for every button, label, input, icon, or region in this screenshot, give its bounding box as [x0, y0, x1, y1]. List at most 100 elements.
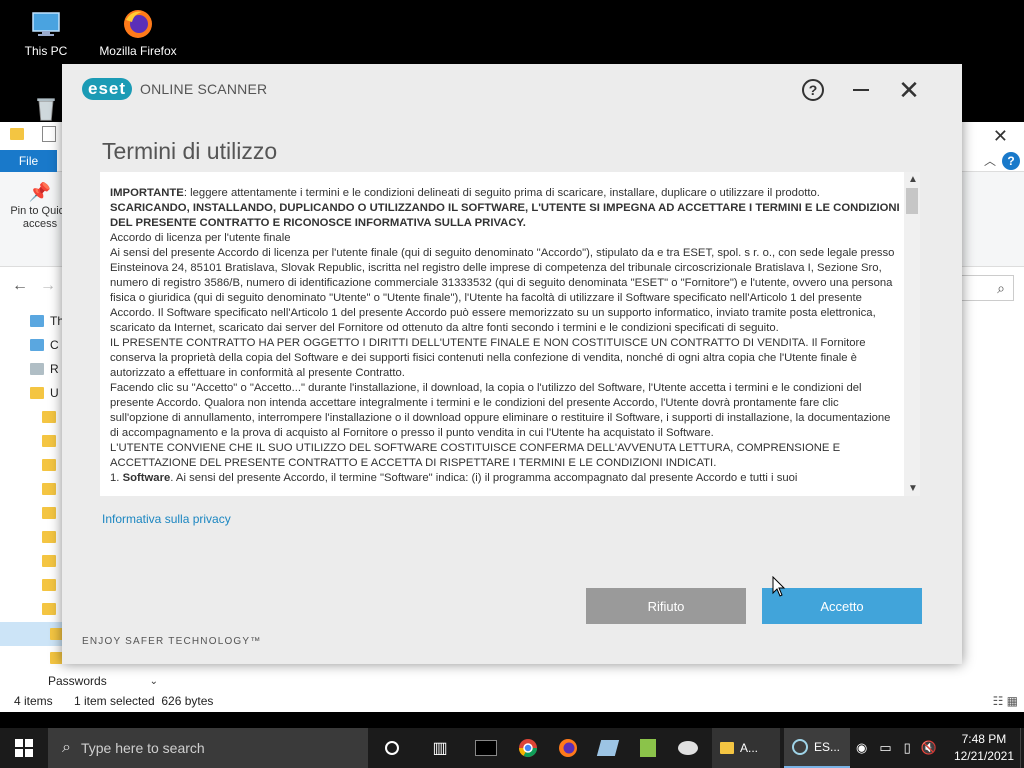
tree-item-label: R [50, 362, 59, 376]
folder-icon [42, 603, 56, 615]
tree-item-label: C [50, 338, 59, 352]
status-item-count: 4 items [14, 694, 53, 708]
close-icon[interactable]: ✕ [993, 126, 1008, 147]
folder-icon [30, 387, 44, 399]
tree-selected-row[interactable] [0, 622, 64, 646]
scroll-thumb[interactable] [906, 188, 918, 214]
pin-label: Pin to Quick access [10, 205, 70, 230]
privacy-policy-link[interactable]: Informativa sulla privacy [102, 512, 231, 526]
minimize-button[interactable] [846, 76, 876, 104]
taskbar-app-label: A... [740, 741, 759, 755]
status-selection: 1 item selected 626 bytes [74, 694, 214, 708]
passwords-label: Passwords [48, 674, 107, 688]
desktop-icon-label: Mozilla Firefox [99, 44, 177, 58]
close-button[interactable]: ✕ [894, 76, 924, 104]
this-pc-icon [32, 12, 60, 36]
minimize-icon [853, 89, 869, 91]
file-tab[interactable]: File [0, 150, 57, 172]
paint-icon [678, 741, 698, 755]
explorer-status-bar: 4 items 1 item selected 626 bytes ☷ ▦ [0, 690, 1024, 712]
help-icon: ? [802, 79, 824, 101]
taskbar-app-eset[interactable]: ES... [784, 728, 850, 768]
reject-button[interactable]: Rifiuto [586, 588, 746, 624]
control-panel-icon [30, 339, 44, 351]
notepad-icon [640, 739, 656, 757]
battery-icon[interactable]: ▯ [904, 740, 911, 756]
chrome-taskbar-button[interactable] [508, 728, 548, 768]
eset-tray-icon[interactable]: ◉ [856, 740, 867, 756]
desktop-icon-firefox[interactable]: Mozilla Firefox [98, 8, 178, 58]
taskbar-app-explorer[interactable]: A... [712, 728, 780, 768]
folder-icon [10, 128, 24, 140]
license-paragraph: Facendo clic su "Accetto" o "Accetto..."… [110, 382, 891, 439]
search-placeholder: Type here to search [80, 740, 205, 756]
license-bold: SCARICANDO, INSTALLANDO, DUPLICANDO O UT… [110, 202, 900, 229]
desktop-icon-label: This PC [24, 44, 68, 58]
taskbar-app-label: ES... [814, 740, 841, 754]
license-bold: Software [122, 472, 171, 484]
license-paragraph: 1. Software. Ai sensi del presente Accor… [110, 471, 900, 486]
help-icon[interactable]: ? [1002, 152, 1020, 170]
license-scrollbar[interactable]: ▲ ▼ [904, 172, 920, 496]
pc-icon [30, 315, 44, 327]
scroll-up-arrow-icon[interactable]: ▲ [908, 174, 918, 185]
forward-arrow-icon[interactable]: → [40, 277, 56, 295]
folder-icon [42, 483, 56, 495]
license-text-span: 1. [110, 472, 123, 484]
app-taskbar-button[interactable] [588, 728, 628, 768]
help-button[interactable]: ? [798, 76, 828, 104]
taskbar-search-input[interactable]: ⌕ Type here to search [48, 728, 368, 768]
license-text-box[interactable]: IMPORTANTE: leggere attentamente i termi… [100, 172, 920, 496]
folder-icon [42, 435, 56, 447]
chevron-down-icon: ⌄ [149, 675, 158, 687]
chrome-icon [519, 739, 537, 758]
scroll-down-arrow-icon[interactable]: ▼ [908, 483, 918, 494]
search-icon: ⌕ [62, 739, 71, 756]
properties-icon [42, 126, 56, 142]
system-tray: ◉ ▭ ▯ 🔇 [856, 728, 937, 768]
taskbar: ⌕ Type here to search ▥ A... ES... ◉ ▭ ▯… [0, 728, 1024, 768]
folder-icon [42, 507, 56, 519]
task-view-button[interactable] [372, 728, 412, 768]
folder-icon [42, 579, 56, 591]
chevron-up-icon[interactable]: ︿ [984, 152, 996, 169]
license-paragraph: Ai sensi del presente Accordo di licenza… [110, 247, 895, 334]
search-icon: ⌕ [997, 280, 1005, 296]
view-toggle-icons[interactable]: ☷ ▦ [993, 694, 1018, 708]
volume-muted-icon[interactable]: 🔇 [921, 740, 937, 756]
license-paragraph: Accordo di licenza per l'utente finale [110, 232, 291, 244]
recycle-bin-icon [37, 98, 55, 121]
folder-icon [720, 742, 734, 754]
eset-dialog: eset ONLINE SCANNER ? ✕ Termini di utili… [62, 64, 962, 664]
desktop-icon-this-pc[interactable]: This PC [6, 8, 86, 58]
explorer-search-input[interactable]: ⌕ [954, 275, 1014, 301]
back-arrow-icon[interactable]: ← [12, 277, 28, 295]
network-icon[interactable]: ▭ [879, 740, 891, 756]
clock-date: 12/21/2021 [953, 749, 1014, 763]
page-title: Termini di utilizzo [102, 138, 278, 164]
license-paragraph: IMPORTANTE: leggere attentamente i termi… [110, 186, 900, 201]
license-paragraph: IL PRESENTE CONTRATTO HA PER OGGETTO I D… [110, 337, 866, 379]
folder-icon [42, 531, 56, 543]
eset-brand: eset [82, 78, 133, 100]
taskbar-clock[interactable]: 7:48 PM 12/21/2021 [954, 731, 1014, 765]
notepad-taskbar-button[interactable] [628, 728, 668, 768]
app-icon [596, 740, 620, 756]
windows-logo-icon [15, 739, 33, 757]
task-view-icon[interactable]: ▥ [420, 728, 460, 768]
paint-taskbar-button[interactable] [668, 728, 708, 768]
terminal-taskbar-button[interactable] [466, 728, 506, 768]
firefox-taskbar-button[interactable] [548, 728, 588, 768]
license-paragraph: SCARICANDO, INSTALLANDO, DUPLICANDO O UT… [110, 201, 900, 231]
eset-icon [792, 739, 808, 755]
license-text-span: : leggere attentamente i termini e le co… [183, 187, 820, 199]
recycle-bin-icon [30, 363, 44, 375]
passwords-dropdown[interactable]: Passwords ⌄ [48, 670, 158, 692]
show-desktop-button[interactable] [1020, 728, 1024, 768]
mouse-cursor-icon [772, 576, 786, 597]
eset-product-name: ONLINE SCANNER [140, 81, 268, 97]
start-button[interactable] [0, 728, 48, 768]
accept-button[interactable]: Accetto [762, 588, 922, 624]
eset-footer-slogan: ENJOY SAFER TECHNOLOGY™ [82, 636, 262, 647]
folder-icon [42, 459, 56, 471]
